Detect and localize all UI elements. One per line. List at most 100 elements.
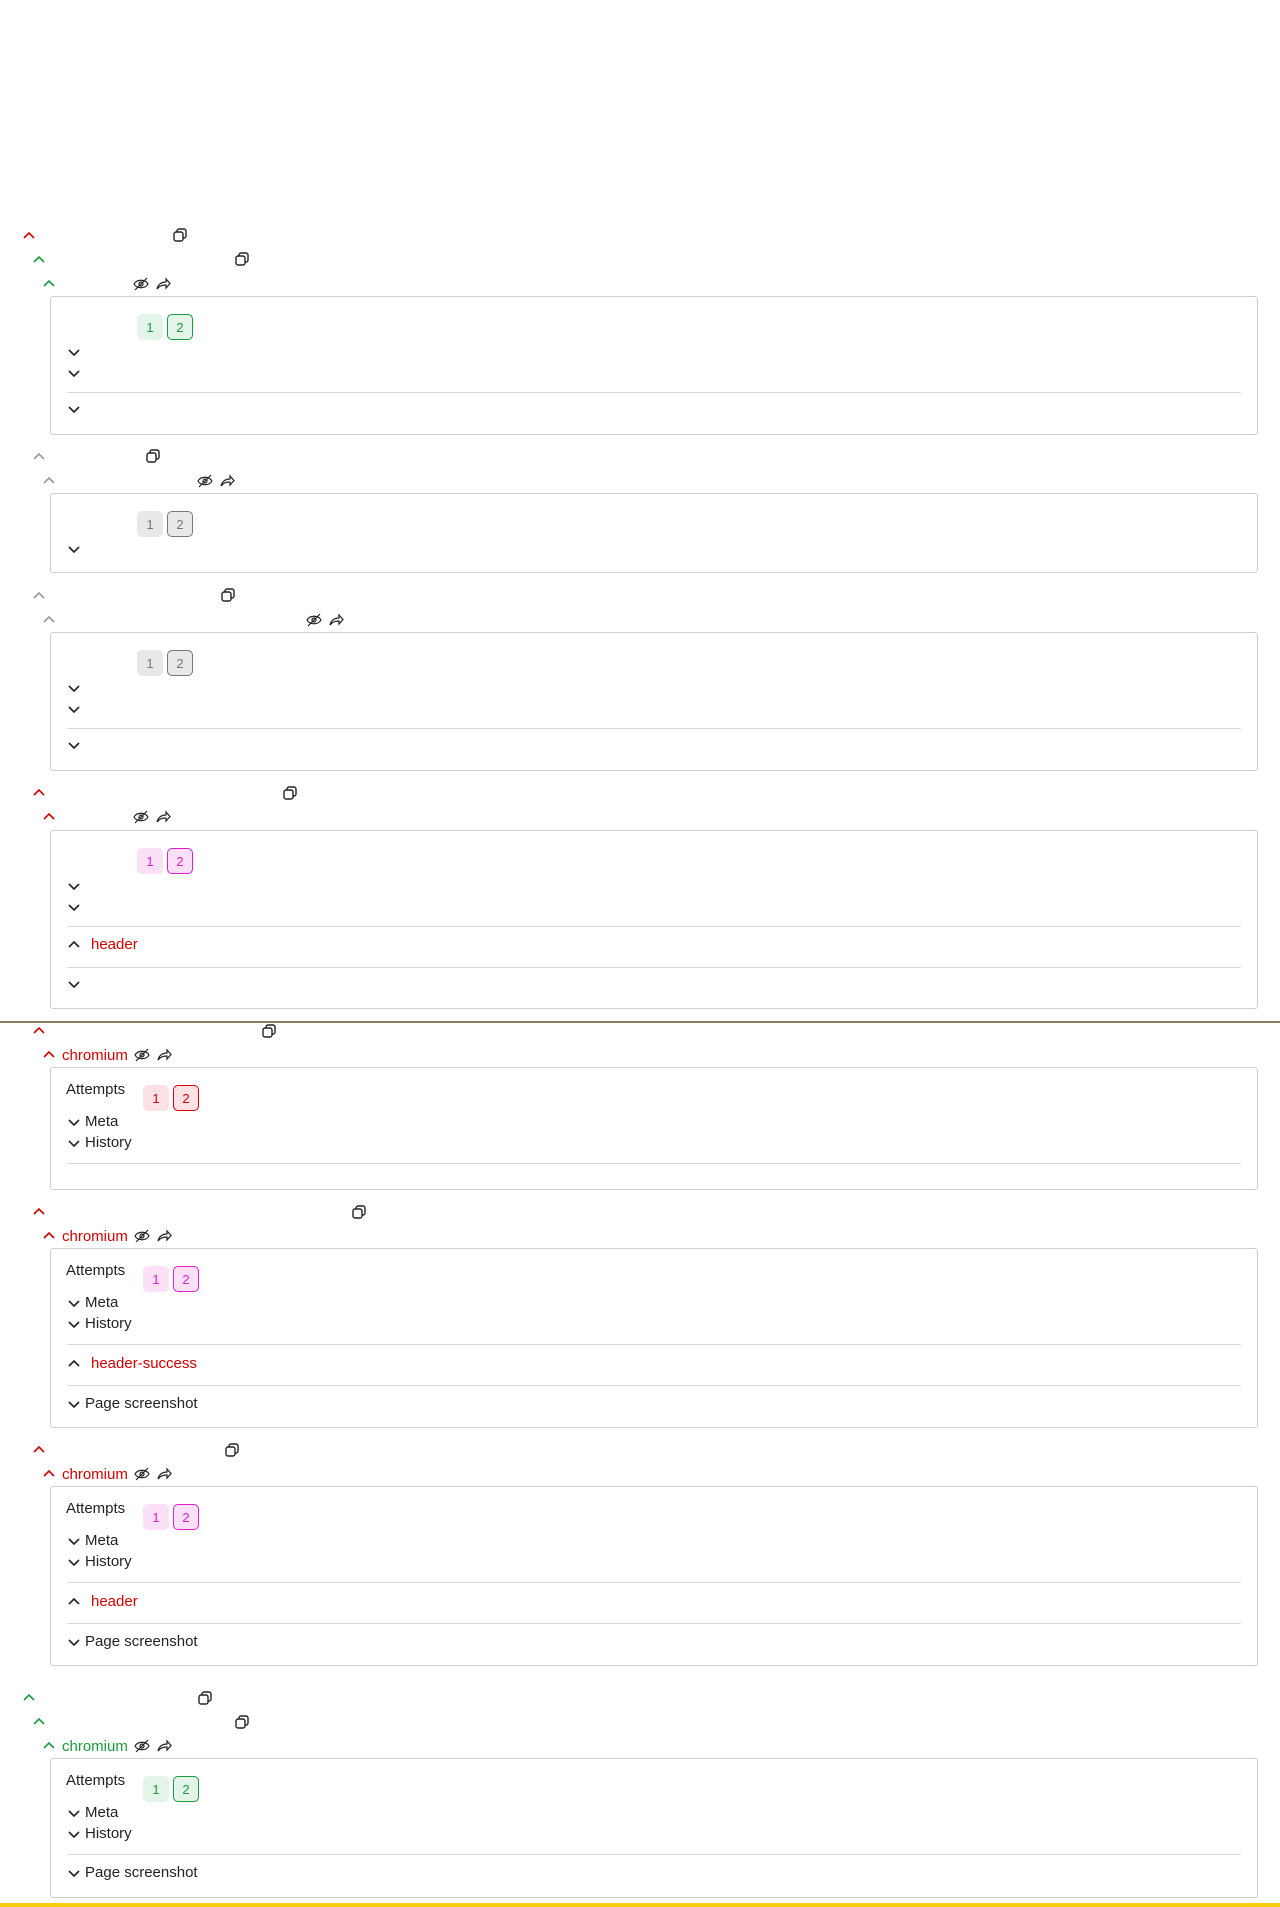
browser-row[interactable]: chromium: [42, 1225, 172, 1247]
share-arrow-icon[interactable]: [156, 1228, 172, 1244]
chevron-down-icon[interactable]: [67, 366, 81, 380]
eye-crossed-icon[interactable]: [134, 1466, 150, 1482]
attempt-tab[interactable]: 1: [137, 650, 163, 676]
copy-icon[interactable]: [172, 227, 188, 243]
chevron-up-icon[interactable]: [32, 1024, 46, 1038]
page-screenshot-toggle[interactable]: Page screenshot: [67, 1395, 198, 1412]
chevron-down-icon[interactable]: [67, 900, 81, 914]
test-row[interactable]: [32, 585, 46, 607]
browser-row[interactable]: chromium: [42, 1735, 172, 1757]
browser-row[interactable]: chromium: [42, 1463, 172, 1485]
share-arrow-icon[interactable]: [156, 1466, 172, 1482]
chevron-up-icon[interactable]: [32, 450, 46, 464]
chevron-up-icon[interactable]: [42, 474, 56, 488]
history-toggle[interactable]: History: [67, 1553, 132, 1570]
share-arrow-icon[interactable]: [328, 612, 344, 628]
eye-crossed-icon[interactable]: [197, 473, 213, 489]
chevron-up-icon[interactable]: [42, 810, 56, 824]
eye-crossed-icon[interactable]: [134, 1228, 150, 1244]
eye-crossed-icon[interactable]: [133, 276, 149, 292]
chevron-down-icon[interactable]: [67, 879, 81, 893]
attempt-tab[interactable]: 1: [137, 848, 163, 874]
chevron-up-icon[interactable]: [67, 938, 81, 952]
chevron-down-icon[interactable]: [67, 738, 81, 752]
share-arrow-icon[interactable]: [219, 473, 235, 489]
page-screenshot-toggle[interactable]: Page screenshot: [67, 1864, 198, 1881]
copy-icon[interactable]: [220, 587, 236, 603]
chevron-up-icon[interactable]: [32, 786, 46, 800]
state-header[interactable]: header: [67, 936, 138, 953]
history-toggle[interactable]: History: [67, 1315, 132, 1332]
attempt-tab[interactable]: 1: [143, 1085, 169, 1111]
chevron-down-icon[interactable]: [67, 402, 81, 416]
page-screenshot-toggle[interactable]: Page screenshot: [67, 1633, 198, 1650]
share-arrow-icon[interactable]: [155, 276, 171, 292]
history-toggle[interactable]: History: [67, 1825, 132, 1842]
attempt-tab-active[interactable]: 2: [173, 1504, 199, 1530]
eye-crossed-icon[interactable]: [134, 1738, 150, 1754]
suite-row[interactable]: [22, 1687, 36, 1709]
browser-row[interactable]: [42, 470, 56, 492]
copy-icon[interactable]: [351, 1204, 367, 1220]
attempt-tab[interactable]: 1: [143, 1266, 169, 1292]
chevron-up-icon[interactable]: [32, 589, 46, 603]
copy-icon[interactable]: [224, 1442, 240, 1458]
meta-toggle[interactable]: Meta: [67, 1532, 118, 1549]
chevron-up-icon[interactable]: [42, 1739, 56, 1753]
state-header[interactable]: header: [67, 1593, 138, 1610]
copy-icon[interactable]: [197, 1690, 213, 1706]
chevron-down-icon[interactable]: [67, 345, 81, 359]
browser-row[interactable]: [42, 273, 56, 295]
browser-row[interactable]: [42, 806, 56, 828]
meta-toggle[interactable]: Meta: [67, 1294, 118, 1311]
test-row[interactable]: [32, 249, 46, 271]
chevron-up-icon[interactable]: [32, 1715, 46, 1729]
copy-icon[interactable]: [234, 251, 250, 267]
attempt-tab-active[interactable]: 2: [167, 848, 193, 874]
share-arrow-icon[interactable]: [156, 1738, 172, 1754]
attempt-tab[interactable]: 1: [137, 511, 163, 537]
chevron-up-icon[interactable]: [22, 229, 36, 243]
test-row[interactable]: [32, 1439, 46, 1461]
share-arrow-icon[interactable]: [156, 1047, 172, 1063]
attempt-tab-active[interactable]: 2: [167, 314, 193, 340]
attempt-tab-active[interactable]: 2: [167, 511, 193, 537]
suite-row[interactable]: [22, 225, 36, 247]
chevron-down-icon[interactable]: [67, 542, 81, 556]
test-row[interactable]: [32, 1020, 46, 1042]
attempt-tab-active[interactable]: 2: [173, 1266, 199, 1292]
chevron-up-icon[interactable]: [42, 1048, 56, 1062]
history-toggle[interactable]: History: [67, 1134, 132, 1151]
copy-icon[interactable]: [261, 1023, 277, 1039]
chevron-up-icon[interactable]: [32, 253, 46, 267]
share-arrow-icon[interactable]: [155, 809, 171, 825]
copy-icon[interactable]: [145, 448, 161, 464]
attempt-tab[interactable]: 1: [143, 1504, 169, 1530]
attempt-tab-active[interactable]: 2: [167, 650, 193, 676]
state-header[interactable]: header-success: [67, 1355, 197, 1372]
meta-toggle[interactable]: Meta: [67, 1804, 118, 1821]
chevron-up-icon[interactable]: [32, 1205, 46, 1219]
meta-toggle[interactable]: Meta: [67, 1113, 118, 1130]
test-row[interactable]: [32, 1201, 46, 1223]
chevron-up-icon[interactable]: [42, 613, 56, 627]
copy-icon[interactable]: [234, 1714, 250, 1730]
chevron-up-icon[interactable]: [42, 277, 56, 291]
test-row[interactable]: [32, 1711, 46, 1733]
chevron-down-icon[interactable]: [67, 681, 81, 695]
attempt-tab-active[interactable]: 2: [173, 1776, 199, 1802]
eye-crossed-icon[interactable]: [133, 809, 149, 825]
attempt-tab[interactable]: 1: [137, 314, 163, 340]
chevron-up-icon[interactable]: [32, 1443, 46, 1457]
browser-row[interactable]: chromium: [42, 1044, 172, 1066]
attempt-tab-active[interactable]: 2: [173, 1085, 199, 1111]
eye-crossed-icon[interactable]: [306, 612, 322, 628]
attempt-tab[interactable]: 1: [143, 1776, 169, 1802]
test-row[interactable]: [32, 782, 46, 804]
chevron-up-icon[interactable]: [42, 1229, 56, 1243]
chevron-down-icon[interactable]: [67, 702, 81, 716]
chevron-up-icon[interactable]: [22, 1691, 36, 1705]
browser-row[interactable]: [42, 609, 56, 631]
chevron-up-icon[interactable]: [42, 1467, 56, 1481]
copy-icon[interactable]: [282, 785, 298, 801]
